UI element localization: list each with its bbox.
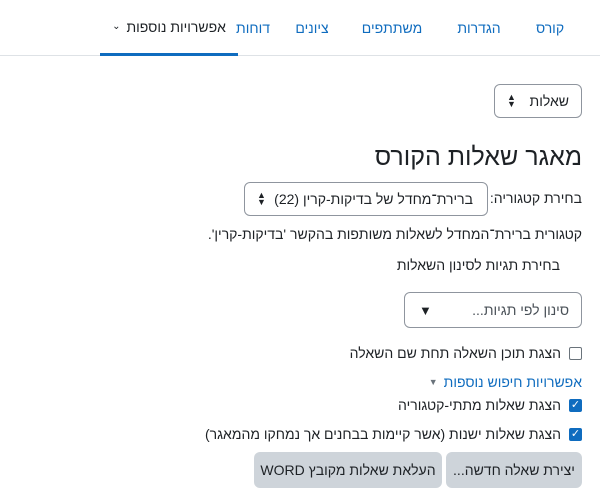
category-select-value: ברירת־מחדל של בדיקות-קרין (22) (274, 191, 473, 207)
create-new-question-button[interactable]: יצירת שאלה חדשה... (446, 452, 582, 488)
old-questions-label: הצגת שאלות ישנות (אשר קיימות בבחנים אך נ… (204, 426, 561, 442)
old-questions-checkbox[interactable]: ✓ (569, 427, 582, 441)
category-select[interactable]: ברירת־מחדל של בדיקות-קרין (22) ▲ ▼ (244, 182, 488, 216)
subcategories-option[interactable]: ✓ הצגת שאלות מתתי-קטגוריה (398, 397, 582, 413)
more-search-options-toggle[interactable]: אפשרויות חיפוש נוספות ▼ (429, 374, 582, 390)
chevron-down-icon: ⌄ (112, 21, 121, 32)
show-question-text-label: הצגת תוכן השאלה תחת שם השאלה (349, 345, 561, 361)
tab-grades[interactable]: ציונים (286, 0, 338, 56)
tab-participants[interactable]: משתתפים (350, 0, 434, 56)
subcategories-checkbox[interactable]: ✓ (569, 398, 582, 412)
tags-label: בחירת תגיות לסינון השאלות (396, 257, 560, 273)
old-questions-option[interactable]: ✓ הצגת שאלות ישנות (אשר קיימות בבחנים אך… (205, 426, 582, 442)
tags-filter-input[interactable]: סינון לפי תגיות... ▼ (404, 292, 582, 328)
category-description: קטגורית ברירת־המחדל לשאלות משותפות בהקשר… (207, 226, 582, 242)
caret-down-icon: ▼ (428, 377, 438, 387)
more-search-options-link[interactable]: אפשרויות חיפוש נוספות (444, 374, 582, 390)
secondary-navigation: קורס הגדרות משתתפים ציונים דוחות אפשרויו… (0, 0, 600, 56)
question-bank-page-select[interactable]: שאלות ▲ ▼ (494, 84, 582, 118)
tab-course[interactable]: קורס (520, 0, 580, 56)
tags-filter-placeholder: סינון לפי תגיות... (472, 302, 569, 318)
subcategories-label: הצגת שאלות מתתי-קטגוריה (398, 397, 561, 413)
dropdown-triangle-icon: ▼ (419, 302, 432, 318)
show-question-text-checkbox[interactable] (569, 346, 582, 360)
tab-settings[interactable]: הגדרות (446, 0, 512, 56)
tab-more[interactable]: אפשרויות נוספות ⌄ (100, 0, 238, 56)
select-arrows-icon: ▲ ▼ (257, 190, 266, 207)
tab-more-label: אפשרויות נוספות (126, 18, 226, 35)
page-select-value: שאלות (529, 93, 569, 109)
show-question-text-option[interactable]: הצגת תוכן השאלה תחת שם השאלה (350, 345, 582, 361)
import-word-button[interactable]: העלאת שאלות מקובץ WORD (254, 452, 442, 488)
page-title: מאגר שאלות הקורס (374, 143, 582, 171)
category-label: בחירת קטגוריה: (489, 190, 582, 206)
select-arrows-icon: ▲ ▼ (507, 92, 516, 109)
